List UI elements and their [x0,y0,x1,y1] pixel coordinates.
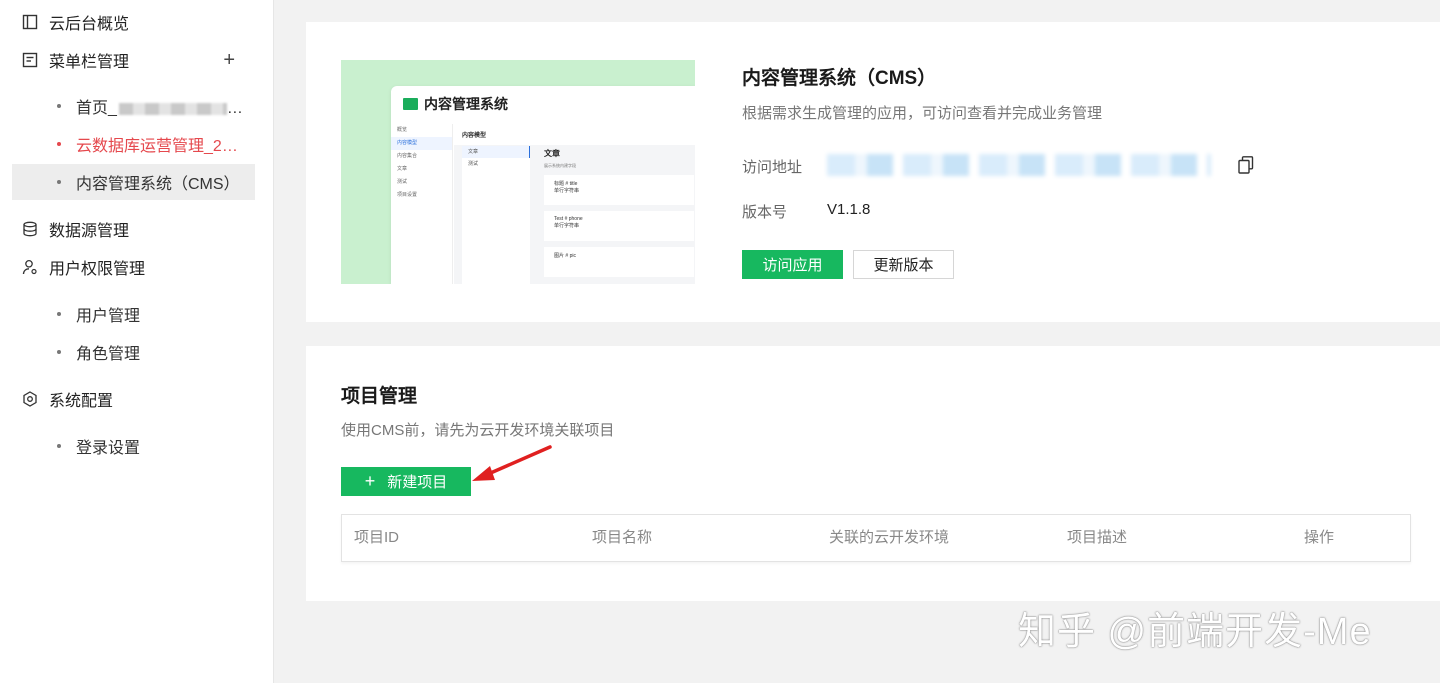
app-card: 内容管理系统 概览 内容模型 内容集合 文章 测试 项目设置 内容模型 文章 测… [306,22,1440,322]
bullet-icon [57,104,61,108]
preview-field-card: 图片 # pic [544,247,694,277]
new-project-button[interactable]: + 新建项目 [341,467,471,496]
sidebar-item-cms[interactable]: 内容管理系统（CMS） [12,164,255,200]
preview-sidebar: 概览 内容模型 内容集合 文章 测试 项目设置 [391,124,453,284]
add-menu-icon[interactable]: + [223,48,235,72]
preview-fields: 文章 展示系统内建字段 标题 # title 单行字符串 Test # phone… [544,148,694,283]
new-project-label: 新建项目 [387,474,448,491]
project-section-description: 使用CMS前，请先为云开发环境关联项目 [341,422,615,439]
bullet-icon [57,350,61,354]
nav-system-config-label: 系统配置 [49,393,114,410]
sidebar-item-label: 云数据库运营管理_20... [76,138,244,155]
preview-model-title: 文章 [544,149,560,158]
sidebar-item-roles[interactable]: 角色管理 [12,334,255,370]
project-table: 项目ID 项目名称 关联的云开发环境 项目描述 操作 [341,514,1411,562]
bullet-icon [57,142,61,146]
access-url-redacted[interactable] [827,154,1211,176]
preview-field-card: Test # phone 单行字符串 [544,211,694,241]
preview-model-item: 测试 [468,161,479,167]
preview-title: 内容管理系统 [403,94,508,114]
column-header-project-name: 项目名称 [592,529,653,546]
layout-icon [21,13,39,31]
preview-nav-item: 文章 [397,166,408,172]
watermark: 知乎 @前端开发-Me [1018,611,1372,653]
preview-field-card: 标题 # title 单行字符串 [544,175,694,205]
version-label: 版本号 [742,204,788,221]
user-icon [21,258,39,276]
preview-nav-item: 内容集合 [397,153,418,159]
column-header-project-id: 项目ID [354,529,400,546]
preview-nav-item: 内容模型 [391,137,452,150]
folder-icon [403,98,418,110]
nav-menu-management[interactable]: 菜单栏管理 + [12,42,255,78]
column-header-description: 项目描述 [1067,529,1128,546]
nav-menu-management-label: 菜单栏管理 [49,54,130,71]
preview-nav-item: 概览 [397,127,408,133]
url-label: 访问地址 [742,159,803,176]
sidebar-item-label: 内容管理系统（CMS） [76,176,240,193]
nav-datasource[interactable]: 数据源管理 [12,211,255,247]
gear-icon [21,390,39,408]
sidebar-item-label: 登录设置 [76,440,141,457]
sidebar-item-cloud-db[interactable]: 云数据库运营管理_20... [12,126,255,162]
bullet-icon [57,312,61,316]
preview-window: 内容管理系统 概览 内容模型 内容集合 文章 测试 项目设置 内容模型 文章 测… [391,86,695,284]
nav-overview-label: 云后台概览 [49,16,130,33]
preview-model-item: 文章 [462,146,530,158]
sidebar-item-users[interactable]: 用户管理 [12,296,255,332]
nav-overview[interactable]: 云后台概览 [12,4,255,40]
visit-app-button[interactable]: 访问应用 [742,250,843,279]
app-preview-image: 内容管理系统 概览 内容模型 内容集合 文章 测试 项目设置 内容模型 文章 测… [341,60,695,284]
preview-nav-item: 项目设置 [397,192,418,198]
bullet-icon [57,180,61,184]
redacted-text [118,102,227,115]
nav-datasource-label: 数据源管理 [49,223,130,240]
sidebar: 云后台概览 菜单栏管理 + 首页_… 云数据库运营管理_20... 内容管理系统… [0,0,274,683]
nav-user-permissions-label: 用户权限管理 [49,261,146,278]
preview-toggle: 展示系统内建字段 [544,163,576,168]
sidebar-item-label: 角色管理 [76,346,141,363]
nav-system-config[interactable]: 系统配置 [12,381,255,417]
preview-header: 内容模型 [454,124,695,145]
version-value: V1.1.8 [827,201,871,218]
copy-icon[interactable] [1238,156,1254,174]
bullet-icon [57,444,61,448]
annotation-arrow [472,445,552,481]
column-header-environment: 关联的云开发环境 [829,529,950,546]
preview-main: 内容模型 文章 测试 文章 展示系统内建字段 标题 # title 单行字符串 T… [454,124,695,284]
sidebar-item-login-settings[interactable]: 登录设置 [12,428,255,464]
plus-icon: + [364,471,376,491]
sidebar-item-home[interactable]: 首页_… [12,88,255,124]
database-icon [21,220,39,238]
sidebar-item-label: 用户管理 [76,308,141,325]
app-title: 内容管理系统（CMS） [742,68,937,89]
update-version-button[interactable]: 更新版本 [853,250,954,279]
sidebar-item-label: 首页_… [76,100,243,117]
preview-nav-item: 测试 [397,179,408,185]
preview-model-list: 文章 测试 [462,146,530,284]
document-icon [21,51,39,69]
app-description: 根据需求生成管理的应用，可访问查看并完成业务管理 [742,105,1103,122]
nav-user-permissions[interactable]: 用户权限管理 [12,249,255,285]
column-header-actions: 操作 [1304,529,1335,546]
project-section-title: 项目管理 [341,386,418,407]
